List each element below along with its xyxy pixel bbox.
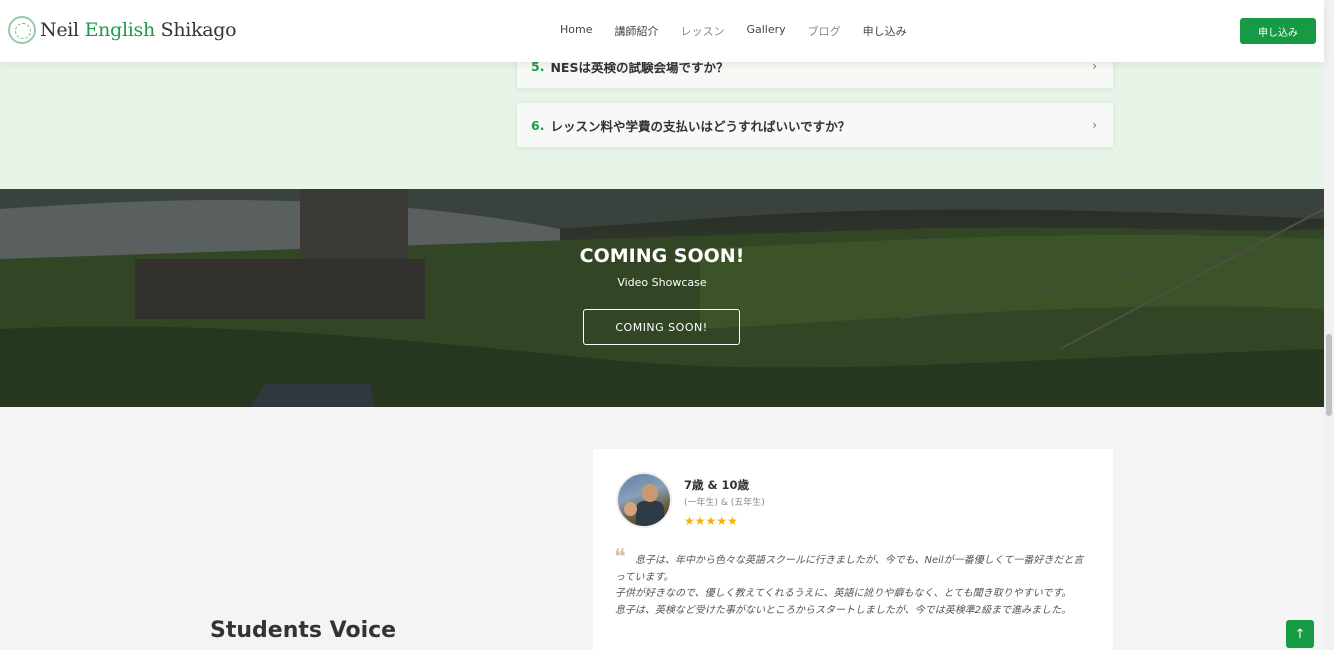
main-nav: Home 講師紹介 レッスン Gallery ブログ 申し込み	[560, 23, 929, 39]
faq-question: レッスン料や学費の支払いはどうすればいいですか？	[550, 118, 851, 134]
quote-line: 息子は、英検など受けた事がないところからスタートしましたが、今では英検準2級まで…	[615, 604, 1072, 616]
quote-line: 子供が好きなので、優しく教えてくれるうえに、英語に訛りや癖もなく、とても聞き取り…	[615, 588, 1072, 599]
logo-text: Neil English Shikago	[40, 19, 237, 41]
logo-emblem-icon	[8, 16, 36, 44]
apply-button[interactable]: 申し込み	[1240, 18, 1316, 44]
hero-title: COMING SOON!	[579, 245, 745, 267]
testimonial-card: 7歳 & 10歳 (一年生) & (五年生) ★★★★★ ❝ 息子は、年中から色…	[593, 449, 1113, 650]
scrollbar-thumb[interactable]	[1326, 334, 1332, 416]
quote-line: 息子は、年中から色々な英語スクールに行きましたが、今でも、Neilが一番優しくて…	[615, 555, 1084, 583]
nav-lessons[interactable]: レッスン	[680, 23, 724, 39]
logo-word-shikago: Shikago	[160, 19, 237, 41]
page-scrollbar[interactable]	[1324, 0, 1334, 650]
testimonial-name: 7歳 & 10歳	[684, 478, 750, 492]
chevron-right-icon: ›	[1092, 118, 1097, 132]
testimonial-quote: 息子は、年中から色々な英語スクールに行きましたが、今でも、Neilが一番優しくて…	[615, 553, 1091, 619]
nav-apply[interactable]: 申し込み	[863, 23, 907, 39]
testimonial-grade: (一年生) & (五年生)	[684, 498, 765, 508]
rating-stars-icon: ★★★★★	[684, 514, 738, 528]
hero-dim-overlay	[0, 189, 1324, 407]
site-header: Neil English Shikago Home 講師紹介 レッスン Gall…	[0, 0, 1324, 62]
hero-subtitle: Video Showcase	[617, 276, 707, 289]
scroll-to-top-button[interactable]: ↑	[1286, 620, 1314, 648]
faq-number: 6.	[531, 117, 545, 133]
logo-word-english: English	[84, 19, 156, 41]
students-voice-heading: Students Voice	[210, 618, 397, 643]
nav-blog[interactable]: ブログ	[808, 23, 841, 39]
nav-instructors[interactable]: 講師紹介	[614, 23, 658, 39]
coming-soon-button[interactable]: COMING SOON!	[583, 309, 740, 345]
site-logo[interactable]: Neil English Shikago	[8, 16, 237, 44]
video-showcase-hero: COMING SOON! Video Showcase COMING SOON!	[0, 189, 1324, 407]
faq-item-6[interactable]: 6. レッスン料や学費の支払いはどうすればいいですか？ ›	[517, 103, 1113, 147]
student-avatar	[616, 472, 672, 528]
arrow-up-icon: ↑	[1294, 626, 1306, 642]
nav-home[interactable]: Home	[560, 23, 592, 39]
logo-word-neil: Neil	[40, 19, 79, 41]
nav-gallery[interactable]: Gallery	[746, 23, 785, 39]
